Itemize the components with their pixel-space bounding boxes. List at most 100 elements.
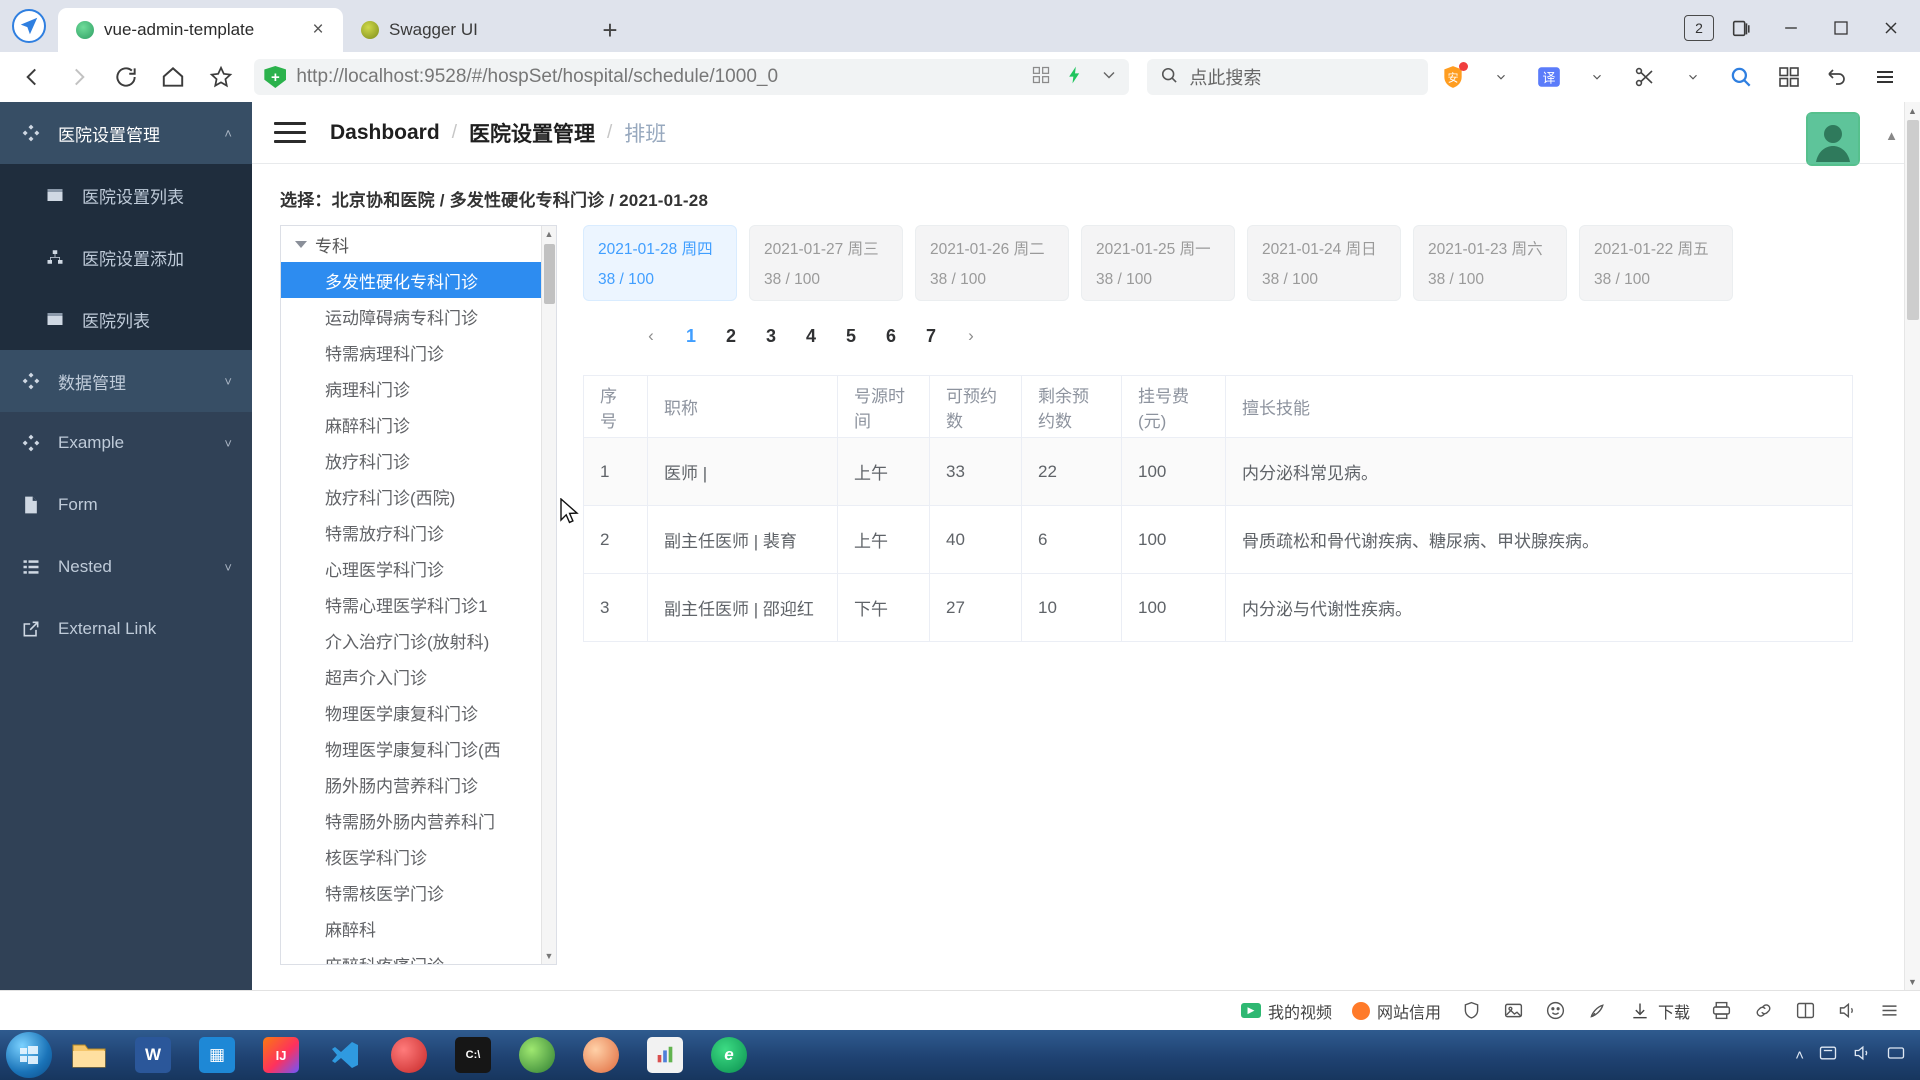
pagination-page-5[interactable]: 5 xyxy=(831,319,871,353)
bookmark-star-icon[interactable] xyxy=(199,55,242,99)
pagination-prev-button[interactable]: ‹ xyxy=(631,319,671,353)
breadcrumb-item-dashboard[interactable]: Dashboard xyxy=(330,121,440,145)
link-icon[interactable] xyxy=(1752,1000,1774,1022)
taskbar-app-red[interactable] xyxy=(382,1032,436,1078)
scroll-up-arrow-icon[interactable]: ▲ xyxy=(542,226,556,242)
sidebar-item-data-management[interactable]: 数据管理 ˅ xyxy=(0,350,252,412)
split-icon[interactable] xyxy=(1794,1000,1816,1022)
tree-node[interactable]: 放疗科门诊 xyxy=(281,442,542,478)
tree-node[interactable]: 特需心理医学科门诊1 xyxy=(281,586,542,622)
new-tab-button[interactable]: + xyxy=(593,13,627,47)
tree-node[interactable]: 特需病理科门诊 xyxy=(281,334,542,370)
tree-node[interactable]: 介入治疗门诊(放射科) xyxy=(281,622,542,658)
pagination-page-3[interactable]: 3 xyxy=(751,319,791,353)
window-maximize-button[interactable] xyxy=(1818,8,1864,48)
date-card[interactable]: 2021-01-24 周日 38 / 100 xyxy=(1247,225,1401,301)
taskbar-app-green[interactable] xyxy=(510,1032,564,1078)
chevron-down-icon[interactable] xyxy=(1576,56,1618,98)
scroll-down-arrow-icon[interactable]: ▼ xyxy=(1905,973,1920,990)
scroll-up-arrow-icon[interactable]: ▲ xyxy=(1905,102,1920,119)
taskbar-intellij[interactable]: IJ xyxy=(254,1032,308,1078)
browser-menu-icon[interactable] xyxy=(1864,56,1906,98)
tree-node[interactable]: 物理医学康复科门诊(西 xyxy=(281,730,542,766)
sidebar-item-example[interactable]: Example ˅ xyxy=(0,412,252,474)
shield-icon[interactable] xyxy=(1461,1000,1483,1022)
tree-node[interactable]: 病理科门诊 xyxy=(281,370,542,406)
date-card[interactable]: 2021-01-23 周六 38 / 100 xyxy=(1413,225,1567,301)
reload-icon[interactable] xyxy=(105,55,148,99)
chevron-down-icon[interactable] xyxy=(1480,56,1522,98)
date-card[interactable]: 2021-01-25 周一 38 / 100 xyxy=(1081,225,1235,301)
table-row[interactable]: 3 副主任医师 | 邵迎红 下午 27 10 100 内分泌与代谢性疾病。 xyxy=(583,573,1853,642)
chevron-down-icon[interactable] xyxy=(295,240,307,248)
chevron-down-icon[interactable] xyxy=(1099,65,1119,90)
printer-icon[interactable] xyxy=(1710,1000,1732,1022)
tree-node[interactable]: 特需核医学门诊 xyxy=(281,874,542,910)
address-bar[interactable]: + http://localhost:9528/#/hospSet/hospit… xyxy=(254,59,1130,95)
taskbar-word[interactable]: W xyxy=(126,1032,180,1078)
page-scrollbar[interactable]: ▲ ▼ xyxy=(1904,102,1920,990)
scissors-icon[interactable] xyxy=(1624,56,1666,98)
pagination-next-button[interactable]: › xyxy=(951,319,991,353)
start-orb-icon[interactable] xyxy=(6,1032,52,1078)
date-card[interactable]: 2021-01-22 周五 38 / 100 xyxy=(1579,225,1733,301)
sidebar-toggle-icon[interactable] xyxy=(274,122,306,143)
tree-node[interactable]: 肠外肠内营养科门诊 xyxy=(281,766,542,802)
chevron-down-icon[interactable] xyxy=(1672,56,1714,98)
taskbar-terminal[interactable]: C:\ xyxy=(446,1032,500,1078)
pagination-page-1[interactable]: 1 xyxy=(671,319,711,353)
volume-icon[interactable] xyxy=(1836,1000,1858,1022)
taskbar-app-blue[interactable]: ▦ xyxy=(190,1032,244,1078)
taskbar-edge[interactable]: e xyxy=(702,1032,756,1078)
browser-tab-1[interactable]: Swagger UI xyxy=(343,8,583,52)
window-close-button[interactable] xyxy=(1868,8,1914,48)
image-icon[interactable] xyxy=(1503,1000,1525,1022)
sidebar-item-nested[interactable]: Nested ˅ xyxy=(0,536,252,598)
status-download[interactable]: 下载 xyxy=(1629,999,1690,1023)
tree-node[interactable]: 核医学科门诊 xyxy=(281,838,542,874)
tree-node[interactable]: 超声介入门诊 xyxy=(281,658,542,694)
lightning-icon[interactable] xyxy=(1065,65,1085,90)
tree-node[interactable]: 放疗科门诊(西院) xyxy=(281,478,542,514)
forward-icon[interactable] xyxy=(57,55,100,99)
security-guard-icon[interactable]: 安 xyxy=(1432,56,1474,98)
scroll-up-arrow-icon[interactable]: ▲ xyxy=(1885,128,1898,143)
qr-code-icon[interactable] xyxy=(1031,65,1051,90)
tray-expand-icon[interactable]: ˄ xyxy=(1795,1047,1804,1064)
rocket-icon[interactable] xyxy=(1587,1000,1609,1022)
tree-node[interactable]: 特需放疗科门诊 xyxy=(281,514,542,550)
tree-scrollbar-thumb[interactable] xyxy=(544,244,555,304)
pagination-page-2[interactable]: 2 xyxy=(711,319,751,353)
tree-scrollbar[interactable]: ▲ ▼ xyxy=(541,226,556,964)
date-card-active[interactable]: 2021-01-28 周四 38 / 100 xyxy=(583,225,737,301)
tray-app-icon[interactable] xyxy=(1818,1043,1838,1067)
tree-node[interactable]: 麻醉科门诊 xyxy=(281,406,542,442)
sidebar-item-hospital-setting-list[interactable]: 医院设置列表 xyxy=(0,164,252,226)
page-scrollbar-thumb[interactable] xyxy=(1907,120,1919,320)
taskbar-vscode[interactable] xyxy=(318,1032,372,1078)
avatar[interactable] xyxy=(1806,112,1860,166)
tree-node[interactable]: 麻醉科疼痛门诊 xyxy=(281,946,542,965)
tree-node[interactable]: 麻醉科 xyxy=(281,910,542,946)
pagination-page-7[interactable]: 7 xyxy=(911,319,951,353)
taskbar-app-palette[interactable] xyxy=(574,1032,628,1078)
tree-node-selected[interactable]: 多发性硬化专科门诊 xyxy=(281,262,542,298)
window-minimize-button[interactable] xyxy=(1768,8,1814,48)
close-icon[interactable]: × xyxy=(307,19,329,41)
sidebar-item-external-link[interactable]: External Link xyxy=(0,598,252,660)
smile-icon[interactable] xyxy=(1545,1000,1567,1022)
sidebar-item-hospital-setting-add[interactable]: 医院设置添加 xyxy=(0,226,252,288)
pagination-page-6[interactable]: 6 xyxy=(871,319,911,353)
tree-node[interactable]: 心理医学科门诊 xyxy=(281,550,542,586)
scroll-down-arrow-icon[interactable]: ▼ xyxy=(542,948,556,964)
search-input[interactable]: 点此搜索 xyxy=(1147,59,1428,95)
apps-grid-icon[interactable] xyxy=(1768,56,1810,98)
translate-icon[interactable]: 译 xyxy=(1528,56,1570,98)
collections-icon[interactable] xyxy=(1718,8,1764,48)
date-card[interactable]: 2021-01-27 周三 38 / 100 xyxy=(749,225,903,301)
home-icon[interactable] xyxy=(152,55,195,99)
tray-volume-icon[interactable] xyxy=(1852,1043,1872,1067)
browser-tab-0[interactable]: vue-admin-template × xyxy=(58,8,343,52)
tab-counter-badge[interactable]: 2 xyxy=(1684,15,1714,41)
tree-node[interactable]: 特需肠外肠内营养科门 xyxy=(281,802,542,838)
